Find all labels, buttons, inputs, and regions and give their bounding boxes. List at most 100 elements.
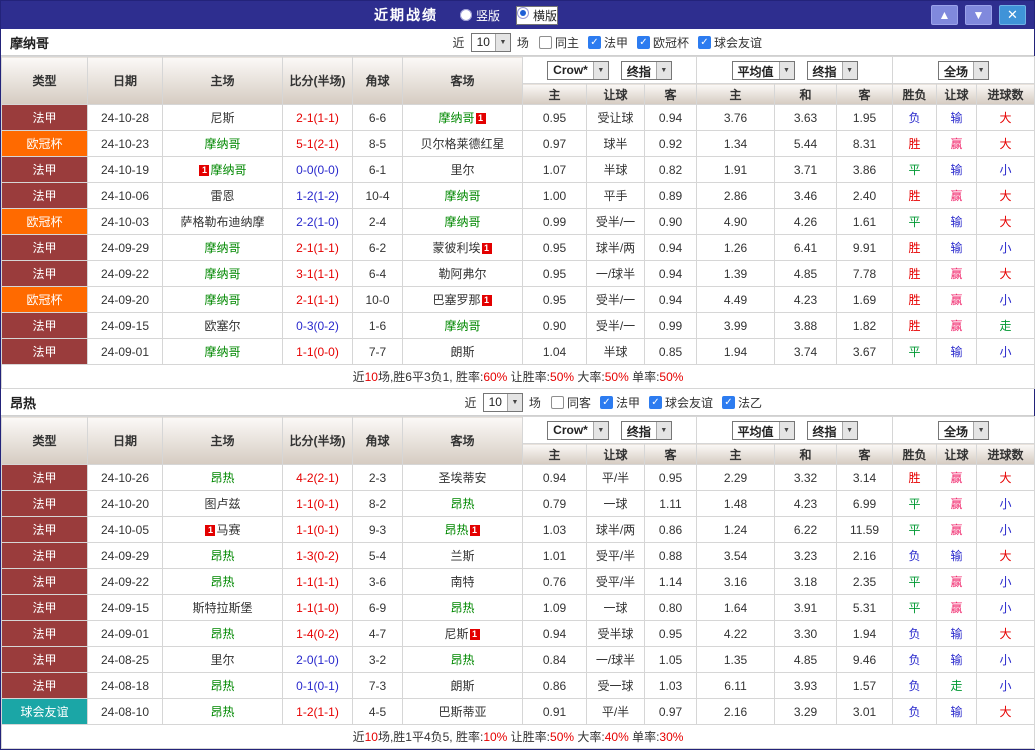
summary-segment: 10% (483, 730, 508, 744)
col-header-asia-handicap: 让球 (586, 443, 645, 465)
filter-checkbox[interactable]: ✓ 法甲 (587, 34, 628, 51)
asia-index-select[interactable]: 终指 ▼ (620, 420, 672, 440)
filter-bar: 近 10 ▼ 场 同主 ✓ 法甲 ✓ 欧冠杯 ✓ 球会友谊 (453, 32, 762, 52)
match-date: 24-09-22 (87, 568, 163, 595)
checkbox-icon[interactable]: ✓ (721, 395, 735, 409)
filter-checkbox[interactable]: ✓ 法乙 (721, 394, 762, 411)
asia-home-odds: 1.03 (522, 516, 587, 543)
filter-checkbox[interactable]: ✓ 欧冠杯 (636, 34, 689, 51)
bookmaker-select[interactable]: Crow* ▼ (547, 420, 609, 440)
checkbox-icon[interactable] (550, 395, 564, 409)
corners: 2-4 (352, 208, 403, 235)
filter-checkbox[interactable]: ✓ 法甲 (599, 394, 640, 411)
score: 0-1(0-1) (282, 672, 353, 699)
layout-radio[interactable]: 竖版 (459, 6, 500, 25)
team-name: 昂热 (210, 549, 235, 563)
col-header-asia-home: 主 (522, 83, 587, 105)
match-row: 法甲 24-09-15 欧塞尔 0-3(0-2) 1-6 摩纳哥 0.90 受半/一 0.99 3… (1, 312, 1035, 339)
checkbox-icon[interactable]: ✓ (648, 395, 662, 409)
checkbox-icon[interactable] (538, 35, 552, 49)
summary-text: 近10场,胜1平4负5, 胜率:10% 让胜率:50% 大率:40% 单率:30… (0, 724, 1035, 749)
euro-draw-odds: 4.85 (774, 260, 838, 287)
result-outcome: 负 (892, 672, 938, 699)
match-date: 24-10-23 (87, 130, 163, 157)
summary-segment: 50% (550, 370, 575, 384)
euro-index-select[interactable]: 终指 ▼ (806, 420, 858, 440)
filter-checkbox[interactable]: 同客 (550, 394, 591, 411)
section-team-name: 摩纳哥 (10, 35, 50, 51)
layout-radio[interactable]: 横版 (516, 5, 559, 25)
close-button[interactable]: ✕ (999, 5, 1026, 25)
checkbox-icon[interactable]: ✓ (697, 35, 711, 49)
score: 2-1(1-1) (282, 234, 353, 261)
asia-away-odds: 0.94 (643, 260, 698, 287)
scroll-up-button[interactable]: ▲ (931, 5, 958, 25)
match-date: 24-08-10 (87, 698, 163, 725)
match-date: 24-10-28 (87, 104, 163, 131)
away-team: 蒙彼利埃 1 (402, 234, 523, 261)
asia-index-select[interactable]: 终指 ▼ (620, 60, 672, 80)
filter-checkbox[interactable]: 同主 (538, 34, 579, 51)
asia-odds-controls: Crow* ▼ 终指 ▼ (521, 416, 698, 444)
scope-select[interactable]: 全场 ▼ (938, 60, 990, 80)
col-header-euro-draw: 和 (774, 443, 838, 465)
home-team: 摩纳哥 (162, 130, 283, 157)
team-name: 勒阿弗尔 (438, 267, 487, 281)
corners: 4-7 (352, 620, 403, 647)
col-header-asia-away: 客 (643, 83, 698, 105)
goals-outcome: 大 (976, 182, 1035, 209)
scope-select[interactable]: 全场 ▼ (938, 420, 990, 440)
filter-checkbox[interactable]: ✓ 球会友谊 (648, 394, 713, 411)
euro-home-odds: 1.91 (696, 156, 776, 183)
goals-outcome: 小 (976, 594, 1035, 621)
match-date: 24-09-20 (87, 286, 163, 313)
home-team: 昂热 (162, 542, 283, 569)
euro-average-select[interactable]: 平均值 ▼ (731, 60, 795, 80)
result-outcome: 平 (892, 208, 938, 235)
handicap-outcome: 赢 (936, 182, 978, 209)
col-header-euro-away: 客 (836, 83, 894, 105)
match-row: 法甲 24-10-05 1 马赛 1-1(0-1) 9-3 昂热 1 1.03 球半/两 0.86 1… (1, 516, 1035, 543)
asia-home-odds: 0.95 (522, 104, 587, 131)
corners: 3-6 (352, 568, 403, 595)
euro-home-odds: 3.99 (696, 312, 776, 339)
euro-away-odds: 3.67 (836, 338, 894, 365)
checkbox-icon[interactable]: ✓ (599, 395, 613, 409)
handicap-outcome: 输 (936, 234, 978, 261)
away-team: 昂热 (402, 594, 523, 621)
handicap-outcome: 赢 (936, 312, 978, 339)
score: 2-0(1-0) (282, 646, 353, 673)
euro-away-odds: 2.40 (836, 182, 894, 209)
euro-average-select[interactable]: 平均值 ▼ (731, 420, 795, 440)
away-team: 巴塞罗那 1 (402, 286, 523, 313)
bookmaker-select[interactable]: Crow* ▼ (547, 60, 609, 80)
checkbox-icon[interactable]: ✓ (587, 35, 601, 49)
euro-home-odds: 2.86 (696, 182, 776, 209)
match-count-select[interactable]: 10 ▼ (470, 32, 511, 52)
asia-handicap: 平/半 (586, 698, 645, 725)
summary-segment: 60% (483, 370, 508, 384)
chevron-down-icon: ▼ (778, 61, 794, 79)
scope-controls: 全场 ▼ (892, 416, 1035, 444)
team-name: 贝尔格莱德红星 (420, 137, 505, 151)
match-count-select[interactable]: 10 ▼ (482, 392, 523, 412)
match-row: 法甲 24-10-19 1 摩纳哥 0-0(0-0) 6-1 里尔 1.07 半球 0.82 1.9… (1, 156, 1035, 183)
home-team: 昂热 (162, 568, 283, 595)
team-section: 摩纳哥 近 10 ▼ 场 同主✓法甲✓欧冠杯✓球会友谊 类型 日期 (0, 29, 1035, 389)
match-date: 24-10-26 (87, 464, 163, 491)
score: 2-2(1-0) (282, 208, 353, 235)
euro-home-odds: 1.39 (696, 260, 776, 287)
asia-handicap: 平手 (586, 182, 645, 209)
scroll-down-button[interactable]: ▼ (965, 5, 992, 25)
corners: 6-2 (352, 234, 403, 261)
asia-away-odds: 0.94 (643, 104, 698, 131)
euro-index-select[interactable]: 终指 ▼ (806, 60, 858, 80)
asia-handicap: 平/半 (586, 464, 645, 491)
home-team: 1 马赛 (162, 516, 283, 543)
scope-controls: 全场 ▼ (892, 56, 1035, 84)
col-header-away: 客场 (402, 56, 523, 105)
checkbox-icon[interactable]: ✓ (636, 35, 650, 49)
asia-away-odds: 1.14 (643, 568, 698, 595)
filter-checkbox[interactable]: ✓ 球会友谊 (697, 34, 762, 51)
checkbox-label: 法甲 (603, 35, 628, 50)
